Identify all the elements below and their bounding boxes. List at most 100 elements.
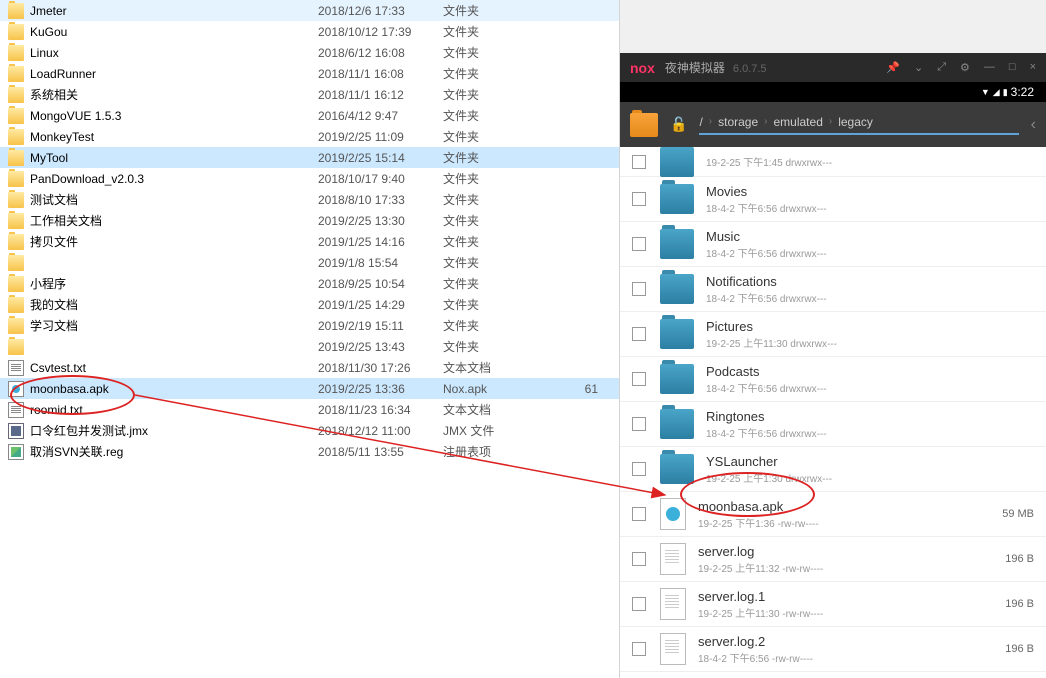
checkbox[interactable] — [632, 192, 646, 206]
file-row[interactable]: LoadRunner2018/11/1 16:08文件夹 — [0, 63, 619, 84]
list-item[interactable]: server.log19-2-25 上午11:32 -rw-rw----196 … — [620, 537, 1046, 582]
folder-icon — [8, 171, 24, 187]
breadcrumb-segment[interactable]: / — [699, 115, 702, 129]
item-meta: 18-4-2 下午6:56 drwxrwx--- — [706, 425, 1034, 440]
list-item[interactable]: YSLauncher19-2-25 上午1:30 drwxrwx--- — [620, 447, 1046, 492]
file-date: 2018/12/6 17:33 — [318, 4, 443, 18]
file-row[interactable]: 工作相关文档2019/2/25 13:30文件夹 — [0, 210, 619, 231]
checkbox[interactable] — [632, 597, 646, 611]
down-icon[interactable]: ⌄ — [914, 61, 923, 74]
list-item[interactable]: Podcasts18-4-2 下午6:56 drwxrwx--- — [620, 357, 1046, 402]
file-name: MyTool — [30, 151, 68, 165]
folder-icon — [8, 129, 24, 145]
item-name: YSLauncher — [706, 454, 1034, 469]
close-icon[interactable]: × — [1030, 61, 1036, 74]
folder-icon — [8, 66, 24, 82]
checkbox[interactable] — [632, 372, 646, 386]
list-item[interactable]: Notifications18-4-2 下午6:56 drwxrwx--- — [620, 267, 1046, 312]
folder-icon — [8, 297, 24, 313]
breadcrumb-segment[interactable]: storage — [718, 115, 758, 129]
file-type: 文件夹 — [443, 23, 538, 40]
fullscreen-icon[interactable]: ⤢ — [937, 61, 946, 74]
file-row[interactable]: MongoVUE 1.5.32016/4/12 9:47文件夹 — [0, 105, 619, 126]
maximize-icon[interactable]: □ — [1009, 61, 1016, 74]
file-row[interactable]: PanDownload_v2.0.32018/10/17 9:40文件夹 — [0, 168, 619, 189]
checkbox[interactable] — [632, 462, 646, 476]
folder-icon — [660, 454, 694, 484]
battery-icon: ▮ — [1003, 87, 1008, 98]
file-row[interactable]: 测试文档2018/8/10 17:33文件夹 — [0, 189, 619, 210]
file-type: 文件夹 — [443, 65, 538, 82]
checkbox[interactable] — [632, 552, 646, 566]
file-row[interactable]: roomid.txt2018/11/23 16:34文本文档 — [0, 399, 619, 420]
folder-icon — [8, 192, 24, 208]
file-row[interactable]: moonbasa.apk2019/2/25 13:36Nox.apk61 — [0, 378, 619, 399]
item-meta: 18-4-2 下午6:56 drwxrwx--- — [706, 245, 1034, 260]
file-date: 2018/11/30 17:26 — [318, 361, 443, 375]
file-row[interactable]: 学习文档2019/2/19 15:11文件夹 — [0, 315, 619, 336]
checkbox[interactable] — [632, 327, 646, 341]
file-type: 文件夹 — [443, 275, 538, 292]
filemanager-list[interactable]: 19-2-25 下午1:45 drwxrwx--- Movies18-4-2 下… — [620, 147, 1046, 678]
file-row[interactable]: 我的文档2019/1/25 14:29文件夹 — [0, 294, 619, 315]
file-name: moonbasa.apk — [30, 382, 109, 396]
list-item[interactable]: 19-2-25 下午1:45 drwxrwx--- — [620, 147, 1046, 177]
file-row[interactable]: 口令红包并发测试.jmx2018/12/12 11:00JMX 文件 — [0, 420, 619, 441]
file-row[interactable]: MyTool2019/2/25 15:14文件夹 — [0, 147, 619, 168]
file-date: 2018/11/1 16:12 — [318, 88, 443, 102]
file-row[interactable]: 取消SVN关联.reg2018/5/11 13:55注册表项 — [0, 441, 619, 462]
file-type: 文件夹 — [443, 254, 538, 271]
checkbox[interactable] — [632, 507, 646, 521]
file-row[interactable]: KuGou2018/10/12 17:39文件夹 — [0, 21, 619, 42]
file-date: 2019/2/25 15:14 — [318, 151, 443, 165]
list-item[interactable]: moonbasa.apk19-2-25 下午1:36 -rw-rw----59 … — [620, 492, 1046, 537]
breadcrumb[interactable]: /›storage›emulated›legacy — [699, 115, 1018, 135]
list-item[interactable]: server.log.119-2-25 上午11:30 -rw-rw----19… — [620, 582, 1046, 627]
folder-icon — [8, 255, 24, 271]
item-meta: 19-2-25 下午1:45 drwxrwx--- — [706, 154, 1034, 169]
checkbox[interactable] — [632, 155, 646, 169]
file-icon — [660, 633, 686, 665]
file-row[interactable]: 系统相关2018/11/1 16:12文件夹 — [0, 84, 619, 105]
reg-icon — [8, 444, 24, 460]
item-name: moonbasa.apk — [698, 499, 1002, 514]
settings-icon[interactable]: ⚙ — [960, 61, 970, 74]
file-type: 文件夹 — [443, 170, 538, 187]
file-name: 取消SVN关联.reg — [30, 443, 123, 460]
checkbox[interactable] — [632, 642, 646, 656]
file-date: 2018/9/25 10:54 — [318, 277, 443, 291]
checkbox[interactable] — [632, 237, 646, 251]
breadcrumb-segment[interactable]: emulated — [774, 115, 823, 129]
file-row[interactable]: MonkeyTest2019/2/25 11:09文件夹 — [0, 126, 619, 147]
back-icon[interactable]: ‹ — [1031, 116, 1036, 134]
file-date: 2018/8/10 17:33 — [318, 193, 443, 207]
folder-icon — [8, 150, 24, 166]
item-meta: 18-4-2 下午6:56 drwxrwx--- — [706, 200, 1034, 215]
file-row[interactable]: 2019/2/25 13:43文件夹 — [0, 336, 619, 357]
pin-icon[interactable]: 📌 — [886, 61, 900, 74]
file-row[interactable]: Jmeter2018/12/6 17:33文件夹 — [0, 0, 619, 21]
list-item[interactable]: Movies18-4-2 下午6:56 drwxrwx--- — [620, 177, 1046, 222]
file-row[interactable]: Linux2018/6/12 16:08文件夹 — [0, 42, 619, 63]
lock-open-icon[interactable]: 🔓 — [670, 116, 687, 133]
file-row[interactable]: 2019/1/8 15:54文件夹 — [0, 252, 619, 273]
checkbox[interactable] — [632, 282, 646, 296]
list-item[interactable]: server.log.3 — [620, 672, 1046, 678]
nox-titlebar[interactable]: nox 夜神模拟器6.0.7.5 📌 ⌄ ⤢ ⚙ — □ × — [620, 53, 1046, 82]
home-folder-icon[interactable] — [630, 113, 658, 137]
apk-icon — [8, 381, 24, 397]
file-name: 小程序 — [30, 275, 66, 292]
list-item[interactable]: server.log.218-4-2 下午6:56 -rw-rw----196 … — [620, 627, 1046, 672]
file-row[interactable]: Csvtest.txt2018/11/30 17:26文本文档 — [0, 357, 619, 378]
minimize-icon[interactable]: — — [984, 61, 995, 74]
file-row[interactable]: 小程序 2018/9/25 10:54文件夹 — [0, 273, 619, 294]
chevron-right-icon: › — [764, 116, 767, 127]
list-item[interactable]: Music18-4-2 下午6:56 drwxrwx--- — [620, 222, 1046, 267]
breadcrumb-segment[interactable]: legacy — [838, 115, 873, 129]
file-name: MonkeyTest — [30, 130, 94, 144]
signal-icon: ◢ — [993, 87, 1000, 98]
file-row[interactable]: 拷贝文件2019/1/25 14:16文件夹 — [0, 231, 619, 252]
list-item[interactable]: Ringtones18-4-2 下午6:56 drwxrwx--- — [620, 402, 1046, 447]
checkbox[interactable] — [632, 417, 646, 431]
list-item[interactable]: Pictures19-2-25 上午11:30 drwxrwx--- — [620, 312, 1046, 357]
